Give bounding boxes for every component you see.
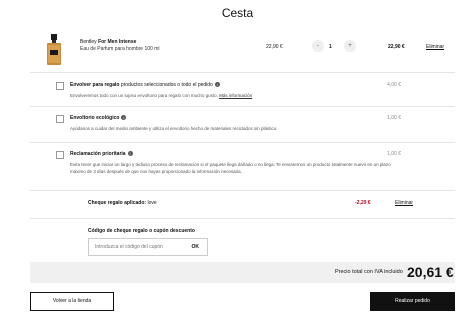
option-description: Evita tener que iniciar un largo y tedio… <box>70 162 391 174</box>
info-icon[interactable]: i <box>214 82 220 88</box>
total-value: 20,61 € <box>407 264 454 280</box>
back-to-shop-button[interactable]: Volver a la tienda <box>30 292 114 311</box>
product-title: For Men Intense <box>98 39 137 45</box>
option-title-bold: Envoltorio ecológico <box>70 115 120 121</box>
more-info-link[interactable]: Más información <box>219 93 252 98</box>
eco-wrap-checkbox[interactable] <box>56 115 64 123</box>
decrease-quantity-button[interactable]: - <box>312 40 324 52</box>
divider <box>30 72 455 73</box>
option-title-bold: Reclamación prioritaria <box>70 151 126 157</box>
increase-quantity-button[interactable]: + <box>344 40 356 52</box>
gift-wrap-option: Envolver para regalo productos seleccion… <box>56 82 455 99</box>
option-price: 1,00 € <box>387 115 401 121</box>
product-image[interactable] <box>46 34 62 66</box>
product-brand: Bentley <box>80 39 97 45</box>
priority-claim-checkbox[interactable] <box>56 151 64 159</box>
total-label: Precio total con IVA incluido <box>335 269 403 275</box>
divider <box>30 218 455 219</box>
option-description-text: Envolveremos todo con un lujoso envoltor… <box>70 93 220 98</box>
option-description: Ayúdanos a cuidar del medio ambiente y u… <box>70 126 278 131</box>
voucher-label-text: Cheque regalo aplicado: <box>88 200 147 206</box>
priority-claim-option: Reclamación prioritaria i Evita tener que… <box>56 151 455 175</box>
unit-price: 22,90 € <box>266 44 283 50</box>
remove-item-link[interactable]: Eliminar <box>426 44 444 50</box>
product-name[interactable]: Bentley For Men Intense <box>80 39 136 45</box>
cart-item: Bentley For Men Intense Eau de Parfum pa… <box>30 28 455 70</box>
coupon-ok-button[interactable]: OK <box>192 244 200 250</box>
voucher-discount: -2,29 € <box>355 200 371 206</box>
place-order-button[interactable]: Realizar pedido <box>370 292 455 311</box>
info-icon[interactable]: i <box>121 115 127 121</box>
coupon-form: OK <box>88 238 208 256</box>
eco-wrap-option: Envoltorio ecológico i Ayúdanos a cuidar … <box>56 115 455 132</box>
coupon-input[interactable] <box>95 244 175 250</box>
option-title-bold: Envolver para regalo <box>70 82 120 88</box>
divider <box>30 190 455 191</box>
gift-wrap-checkbox[interactable] <box>56 82 64 90</box>
option-title-rest: productos seleccionados o todo el pedido <box>119 82 213 88</box>
option-price: 1,00 € <box>387 151 401 157</box>
remove-voucher-link[interactable]: Eliminar <box>395 200 413 206</box>
total-bar: Precio total con IVA incluido 20,61 € <box>30 262 455 283</box>
coupon-title: Código de cheque regalo o cupón descuent… <box>88 228 195 234</box>
applied-voucher-label: Cheque regalo aplicado: love <box>88 200 157 206</box>
quantity-value: 1 <box>329 44 332 50</box>
info-icon[interactable]: i <box>127 151 133 157</box>
divider <box>30 106 455 107</box>
product-description: Eau de Parfum para hombre 100 ml <box>80 46 160 52</box>
line-total: 22,90 € <box>388 44 405 50</box>
option-price: 4,00 € <box>387 82 401 88</box>
option-description: Envolveremos todo con un lujoso envoltor… <box>70 92 455 99</box>
divider <box>30 142 455 143</box>
voucher-code: love <box>146 200 157 206</box>
page-title: Cesta <box>221 6 254 20</box>
